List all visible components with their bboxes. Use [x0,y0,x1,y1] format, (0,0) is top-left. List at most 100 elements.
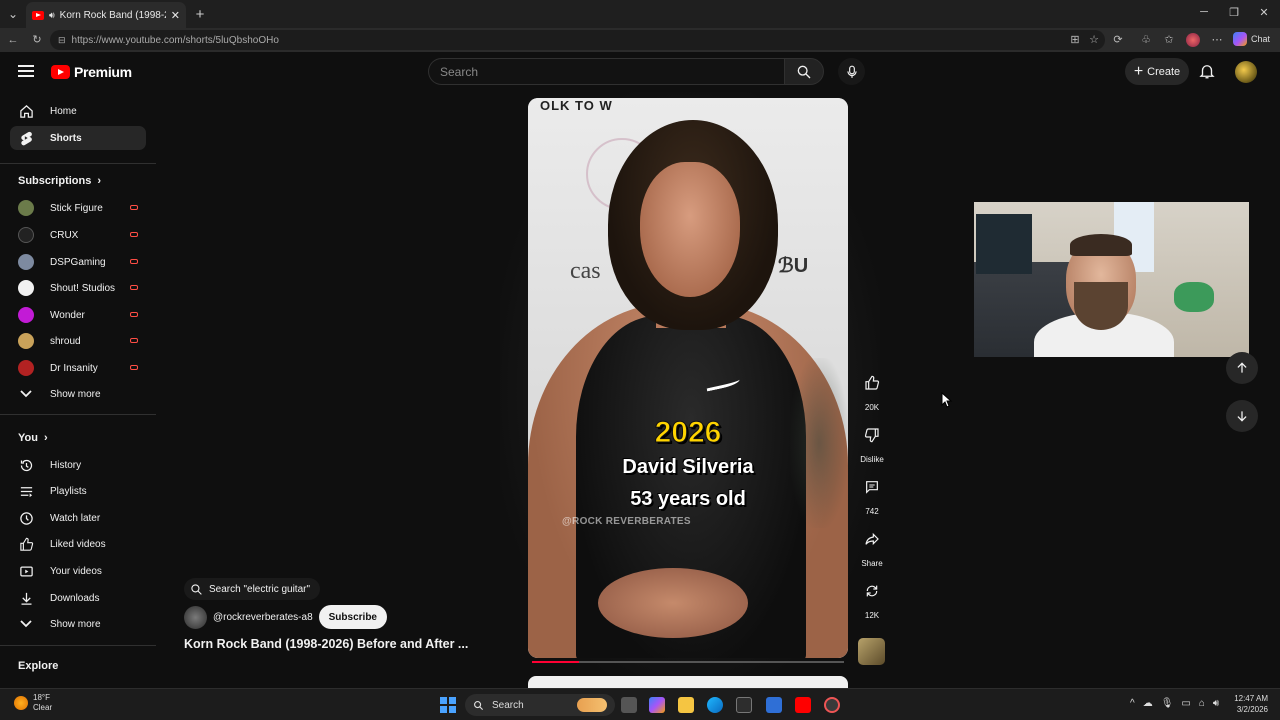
sidebar-item-label: Liked videos [50,538,106,550]
sidebar-item-label: History [50,459,82,471]
sidebar-show-more-subscriptions[interactable]: Show more [10,382,146,406]
sidebar-item-wonder[interactable]: Wonder [10,303,146,327]
microsoft-store-icon[interactable] [736,697,752,713]
file-explorer-icon[interactable] [678,697,694,713]
tab-actions-chevron-icon[interactable]: ⌄ [2,3,24,25]
sidebar-item-label: Playlists [50,485,87,497]
next-short-button[interactable] [1226,400,1258,432]
app-icon[interactable] [824,697,840,713]
youtube-premium-logo[interactable]: Premium [51,64,132,80]
sidebar-item-shorts[interactable]: Shorts [10,126,146,150]
start-button[interactable] [440,697,456,713]
browser-tab[interactable]: 🔊︎ Korn Rock Band (1998-2026) B ✕ [26,2,186,28]
sidebar-item-history[interactable]: History [10,453,146,477]
clock-time: 12:47 AM [1234,694,1268,703]
microphone-tray-icon[interactable]: 🎙︎ [1161,698,1174,709]
sidebar-item-crux[interactable]: CRUX [10,223,146,247]
outlook-icon[interactable] [766,697,782,713]
sidebar-item-downloads[interactable]: Downloads [10,586,146,610]
browser-profile-avatar[interactable] [1186,33,1200,47]
copilot-taskbar-icon[interactable] [649,697,665,713]
network-icon[interactable]: ⌂ [1199,698,1205,709]
you-heading[interactable]: You › [18,432,48,444]
share-button[interactable]: Share [856,524,888,568]
tab-close-icon[interactable]: ✕ [171,9,180,22]
display-icon[interactable]: ▭ [1181,698,1190,709]
dislike-icon [857,420,887,450]
copilot-chat-button[interactable]: Chat [1232,32,1270,46]
search-input[interactable] [428,58,784,85]
video-progress-fill [532,661,579,663]
chevron-down-icon [18,616,34,632]
search-button[interactable] [784,58,824,85]
share-icon [857,524,887,554]
webcam-person-hair [1070,234,1132,256]
favorites-icon[interactable]: ✩ [1162,33,1176,47]
previous-short-button[interactable] [1226,352,1258,384]
speaker-icon[interactable]: 🔊︎ [49,10,55,21]
show-hidden-icons-chevron-icon[interactable]: ^ [1130,698,1135,709]
new-tab-icon[interactable]: + [189,3,211,25]
bell-icon [1199,65,1215,79]
channel-avatar[interactable] [184,605,207,629]
remix-icon [857,576,887,606]
account-avatar[interactable] [1235,61,1257,83]
extensions-icon[interactable]: ⟳ [1111,33,1125,47]
browser-essentials-icon[interactable]: ♧ [1139,33,1153,47]
more-menu-icon[interactable]: ⋯ [1210,33,1224,47]
sidebar-item-dr-insanity[interactable]: Dr Insanity [10,356,146,380]
url-field[interactable]: ⊟ https://www.youtube.com/shorts/5luQbsh… [50,30,1105,50]
back-icon[interactable]: ← [6,33,20,47]
refresh-icon[interactable]: ↻ [30,33,44,47]
like-button[interactable]: 20K [856,368,888,412]
sound-thumbnail[interactable] [858,638,885,665]
remix-button[interactable]: 12K [856,576,888,620]
notifications-button[interactable] [1198,62,1216,80]
comments-button[interactable]: 742 [856,472,888,516]
search-icon [474,700,484,710]
youtube-app-icon[interactable] [795,697,811,713]
app-available-icon[interactable]: ⊞ [1068,33,1082,47]
share-label: Share [861,559,883,568]
volume-icon[interactable]: 🔊︎ [1213,698,1219,709]
task-view-icon[interactable] [621,697,637,713]
sidebar-item-playlists[interactable]: Playlists [10,479,146,503]
taskbar-clock[interactable]: 12:47 AM 3/2/2026 [1228,693,1268,715]
mouse-cursor-icon [941,392,953,408]
weather-widget[interactable]: 18°F Clear [14,693,52,713]
edge-browser-icon[interactable] [707,697,723,713]
window-close-icon[interactable]: ✕ [1254,6,1274,19]
sidebar-item-home[interactable]: Home [10,99,146,123]
site-info-icon[interactable]: ⊟ [58,35,66,46]
sidebar-item-your-videos[interactable]: Your videos [10,559,146,583]
taskbar-search[interactable]: Search [465,694,615,716]
sidebar-item-liked-videos[interactable]: Liked videos [10,532,146,556]
subscribe-button[interactable]: Subscribe [318,605,387,629]
search-icon [797,65,811,78]
live-indicator-icon [130,232,138,237]
sidebar-show-more-you[interactable]: Show more [10,612,146,636]
related-search-chip[interactable]: Search "electric guitar" [184,578,321,600]
live-indicator-icon [130,259,138,264]
subscriptions-heading[interactable]: Subscriptions › [18,175,101,187]
menu-hamburger-icon[interactable] [18,65,34,77]
create-button[interactable]: + Create [1125,58,1189,85]
sidebar-item-stick-figure[interactable]: Stick Figure [10,196,146,220]
dislike-button[interactable]: Dislike [856,420,888,464]
short-title[interactable]: Korn Rock Band (1998-2026) Before and Af… [184,637,484,651]
plus-icon: + [1133,62,1144,80]
voice-search-button[interactable] [838,58,865,85]
short-video-player[interactable]: OLK TO W cas ℬU 2026 David Silveria 53 y… [528,98,848,658]
restore-icon[interactable]: ❐ [1224,6,1244,19]
favorite-star-icon[interactable]: ☆ [1087,33,1101,47]
minimize-icon[interactable]: ─ [1194,6,1214,18]
sidebar-item-shout-studios[interactable]: Shout! Studios [10,276,146,300]
sidebar-item-dspgaming[interactable]: DSPGaming [10,250,146,274]
video-progress-bar[interactable] [532,661,844,663]
onedrive-icon[interactable]: ☁ [1143,698,1153,709]
channel-name[interactable]: @rockreverberates-a8 [213,612,313,623]
chevron-right-icon: › [97,175,102,187]
sidebar-item-shroud[interactable]: shroud [10,329,146,353]
sidebar-item-watch-later[interactable]: Watch later [10,506,146,530]
history-icon [18,457,34,473]
